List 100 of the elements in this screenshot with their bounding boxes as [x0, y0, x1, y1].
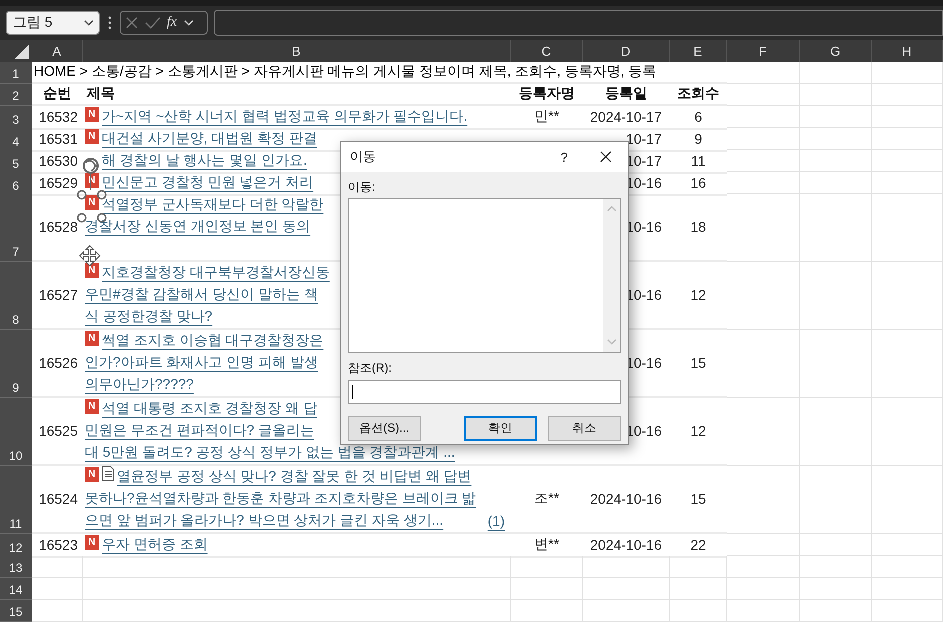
table-cell: 6: [694, 109, 702, 125]
close-icon[interactable]: [600, 151, 612, 163]
row-header[interactable]: 8: [0, 262, 32, 330]
post-title-link[interactable]: 대 5만원 돌려도? 공정 상식 정부가 없는 법을 경찰과관계 ...: [85, 444, 456, 462]
post-title-link[interactable]: 식 공정한경찰 맞나?: [85, 308, 213, 326]
new-badge: N: [85, 399, 99, 414]
table-cell: 조**: [534, 490, 560, 508]
goto-list[interactable]: [348, 198, 621, 353]
new-badge: N: [85, 195, 99, 210]
row-header[interactable]: 14: [0, 578, 32, 600]
name-box[interactable]: 그림 5: [6, 11, 100, 35]
move-cursor-icon: [79, 245, 101, 267]
post-title-link[interactable]: 석열정부 군사독재보다 더한 악랄한: [102, 196, 324, 214]
table-cell: 16530: [39, 153, 78, 169]
dialog-title: 이동: [350, 148, 377, 166]
post-title-link[interactable]: 민신문고 경찰청 민원 넣은거 처리: [102, 174, 314, 192]
post-title-link[interactable]: 가~지역 ~산학 시너지 협력 법정교육 의무화가 필수입니다.: [102, 108, 468, 126]
dialog-button[interactable]: 확인: [464, 416, 537, 441]
table-cell: 10-16: [626, 423, 662, 439]
post-title-link[interactable]: 지호경찰청장 대구북부경찰서장신동: [102, 264, 330, 282]
new-badge: N: [85, 129, 99, 144]
new-badge: N: [85, 263, 99, 278]
table-cell: 16531: [39, 131, 78, 147]
insert-function-button[interactable]: fx: [167, 15, 178, 31]
reference-label: 참조(R):: [348, 360, 393, 377]
more-icon[interactable]: [108, 16, 112, 30]
breadcrumb-text: HOME > 소통/공감 > 소통게시판 > 자유게시판 메뉴의 게시물 정보이며 제목, 조회수, 등록자명, 등록: [33, 63, 657, 81]
table-cell: 10-16: [626, 175, 662, 191]
row-header[interactable]: 15: [0, 600, 32, 622]
post-title-link[interactable]: 으면 앞 범퍼가 올라가나? 박으면 상처가 글킨 자욱 생기...: [85, 512, 444, 530]
table-cell: 16525: [39, 423, 78, 439]
table-cell: 10-17: [626, 131, 662, 147]
formula-input[interactable]: [214, 10, 943, 36]
table-cell: 15: [690, 355, 706, 371]
column-title: 등록일: [606, 85, 648, 103]
row-header[interactable]: 4: [0, 128, 32, 152]
table-cell: 16526: [39, 355, 78, 371]
post-title-link[interactable]: 열윤정부 공정 상식 맞나? 경찰 잘못 한 것 비답변 왜 답변: [117, 468, 472, 486]
row-header[interactable]: 13: [0, 556, 32, 578]
column-title: 순번: [44, 85, 72, 103]
new-badge: N: [85, 467, 99, 482]
column-title: 제목: [87, 85, 115, 103]
post-title-link[interactable]: 해 경찰의 날 행사는 몇일 인가요.: [102, 152, 308, 170]
row-header[interactable]: 5: [0, 150, 32, 174]
table-cell: 16527: [39, 287, 78, 303]
table-cell: 10-16: [626, 219, 662, 235]
comment-count[interactable]: (1): [478, 513, 505, 529]
table-cell: 10-16: [626, 287, 662, 303]
post-title-link[interactable]: 우자 면허증 조회: [102, 536, 208, 554]
table-cell: 16532: [39, 109, 78, 125]
table-cell: 16528: [39, 219, 78, 235]
new-badge: N: [85, 331, 99, 346]
table-cell: 변**: [534, 536, 560, 554]
column-title: 등록자명: [519, 85, 575, 103]
post-title-link[interactable]: 경찰서장 신동연 개인정보 본인 동의: [85, 218, 311, 236]
table-cell: 22: [690, 537, 706, 553]
table-cell: 16529: [39, 175, 78, 191]
table-cell: 12: [690, 287, 706, 303]
cancel-icon[interactable]: [125, 16, 139, 30]
row-header[interactable]: 10: [0, 398, 32, 466]
row-header[interactable]: 2: [0, 84, 32, 106]
new-badge: N: [85, 535, 99, 550]
table-cell: 15: [690, 491, 706, 507]
post-title-link[interactable]: 대건설 사기분양, 대법원 확정 판결: [102, 130, 318, 148]
dialog-button[interactable]: 취소: [548, 416, 621, 441]
post-title-link[interactable]: 민원은 무조건 편파적이다? 글올리는: [85, 422, 314, 440]
post-title-link[interactable]: 썩열 조지호 이승협 대구경찰청장은: [102, 332, 324, 350]
table-cell: 민**: [534, 108, 560, 126]
table-cell: 9: [694, 131, 702, 147]
table-cell: 16: [690, 175, 706, 191]
reference-field[interactable]: [348, 380, 621, 404]
table-cell: 10-17: [626, 153, 662, 169]
row-header[interactable]: 6: [0, 172, 32, 196]
row-header[interactable]: 3: [0, 106, 32, 130]
select-all-icon[interactable]: [15, 45, 29, 59]
rotate-handle[interactable]: [83, 158, 99, 190]
post-title-link[interactable]: 못하나?윤석열차량과 한동훈 차량과 조지호차량은 브레이크 밟: [85, 490, 476, 508]
dialog-button[interactable]: 옵션(S)...: [348, 416, 421, 441]
table-cell: 16523: [39, 537, 78, 553]
post-title-link[interactable]: 석열 대통령 조지호 경찰청장 왜 답: [102, 400, 318, 418]
post-title-link[interactable]: 인가?아파트 화재사고 인명 피해 발생: [85, 354, 318, 372]
help-button[interactable]: ?: [560, 150, 568, 164]
table-cell: 12: [690, 423, 706, 439]
table-cell: 2024-10-17: [590, 109, 662, 125]
row-header[interactable]: 12: [0, 534, 32, 558]
post-title-link[interactable]: 우민#경찰 감찰해서 당신이 말하는 책: [85, 286, 318, 304]
table-cell: 10-16: [626, 355, 662, 371]
row-header[interactable]: 7: [0, 194, 32, 262]
list-label: 이동:: [348, 179, 376, 196]
post-title-link[interactable]: 의무아닌가?????: [85, 376, 194, 394]
row-header[interactable]: 1: [0, 62, 32, 84]
table-cell: 18: [690, 219, 706, 235]
table-cell: 16524: [39, 491, 78, 507]
new-badge: N: [85, 107, 99, 122]
row-header[interactable]: 11: [0, 466, 32, 534]
table-cell: 11: [691, 153, 706, 169]
check-icon[interactable]: [145, 16, 161, 30]
table-cell: 2024-10-16: [590, 491, 662, 507]
row-header[interactable]: 9: [0, 330, 32, 398]
table-cell: 2024-10-16: [590, 537, 662, 553]
